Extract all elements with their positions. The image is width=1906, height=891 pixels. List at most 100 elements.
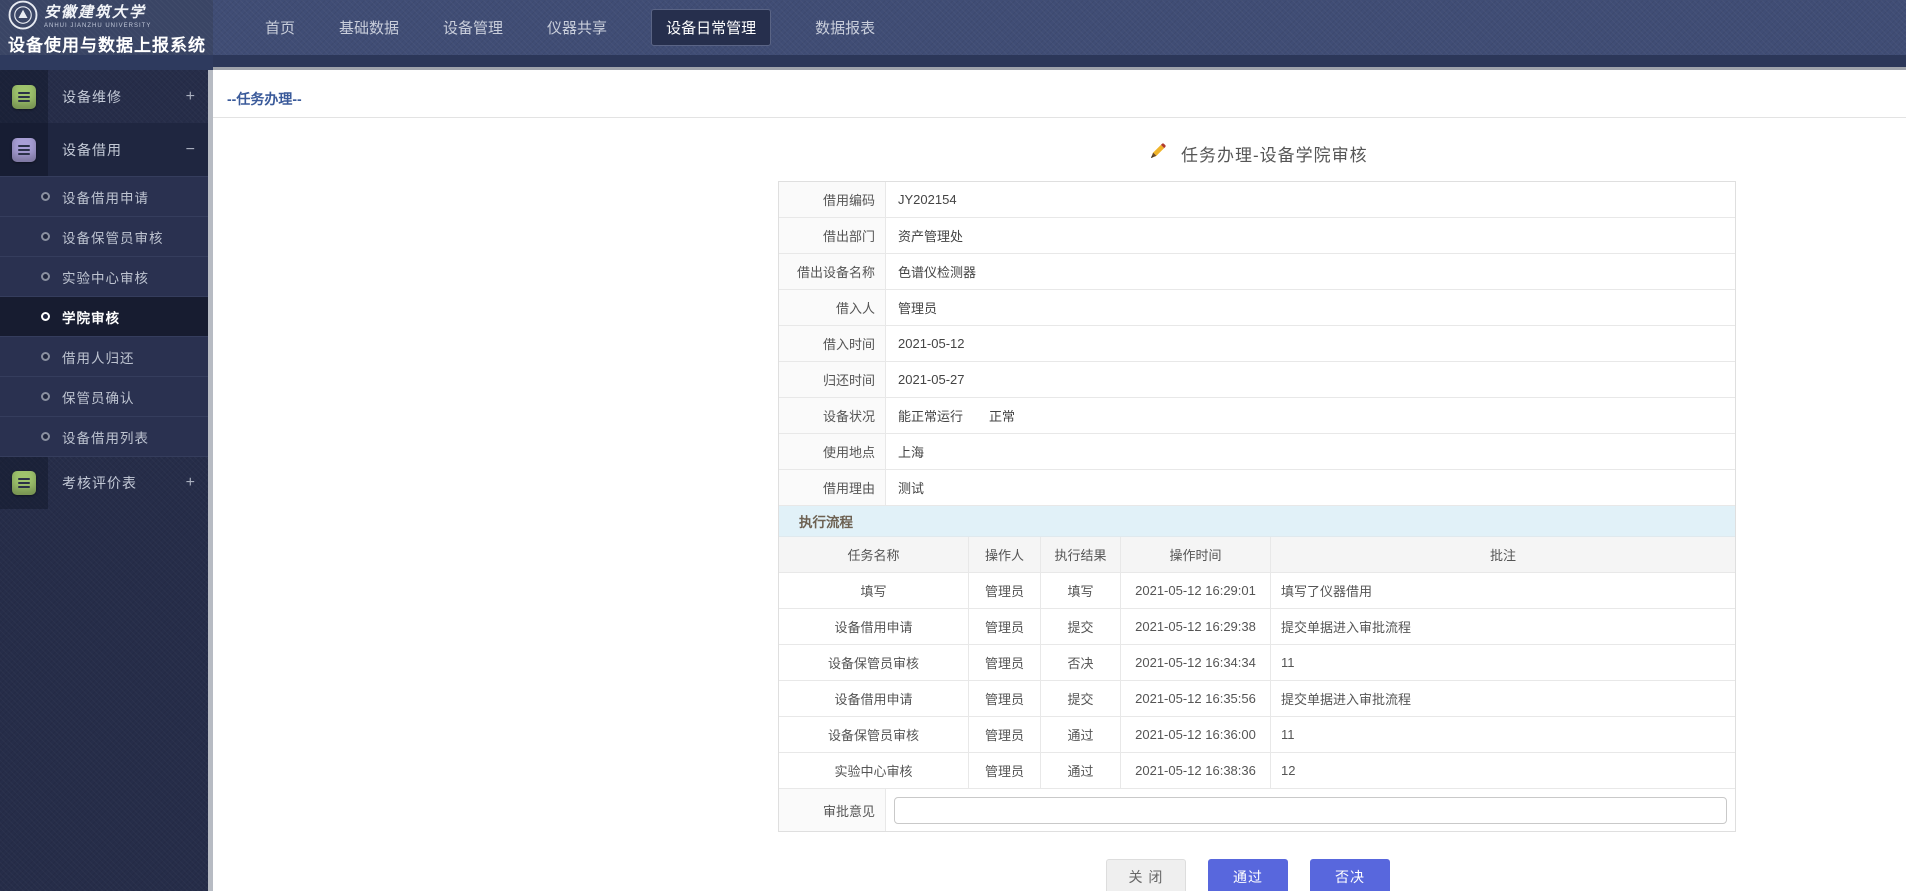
sidebar-item-college-review[interactable]: 学院审核	[0, 296, 213, 336]
field-label: 使用地点	[779, 434, 886, 469]
sidebar-group-equipment-repair[interactable]: 设备维修 +	[0, 70, 213, 123]
top-header: 首页 基础数据 设备管理 仪器共享 设备日常管理 数据报表	[0, 0, 1906, 55]
table-cell: 2021-05-12 16:34:34	[1121, 645, 1271, 681]
table-cell: 提交	[1041, 681, 1121, 717]
table-cell: 管理员	[969, 681, 1041, 717]
divider	[213, 117, 1906, 118]
list-square-icon	[12, 85, 36, 109]
opinion-row: 审批意见	[779, 789, 1735, 831]
close-button[interactable]: 关 闭	[1106, 859, 1186, 891]
nav-item-home[interactable]: 首页	[265, 17, 295, 38]
form-row: 借出设备名称 色谱仪检测器	[779, 254, 1735, 290]
form-row: 使用地点 上海	[779, 434, 1735, 470]
top-nav: 首页 基础数据 设备管理 仪器共享 设备日常管理 数据报表	[213, 0, 1906, 55]
field-label: 审批意见	[779, 789, 886, 831]
field-label: 借出设备名称	[779, 254, 886, 289]
pencil-icon	[1148, 142, 1167, 166]
approve-button[interactable]: 通过	[1208, 859, 1288, 891]
sidebar-item-label: 设备保管员审核	[62, 227, 164, 247]
table-cell: 12	[1271, 753, 1735, 789]
field-value: 2021-05-27	[886, 362, 1735, 397]
table-cell: 设备保管员审核	[779, 717, 969, 753]
form-row: 设备状况 能正常运行 正常	[779, 398, 1735, 434]
sidebar-item-label: 设备借用列表	[62, 427, 149, 447]
process-table: 任务名称 操作人 执行结果 操作时间 批注 填写 管理员 填写 2021-05-…	[779, 537, 1735, 789]
bullet-icon	[41, 192, 50, 201]
table-cell: 设备保管员审核	[779, 645, 969, 681]
form-row: 借出部门 资产管理处	[779, 218, 1735, 254]
sidebar-group-evaluation[interactable]: 考核评价表 +	[0, 456, 213, 509]
field-value: 测试	[886, 470, 1735, 505]
table-cell: 设备借用申请	[779, 681, 969, 717]
field-value: 色谱仪检测器	[886, 254, 1735, 289]
nav-item-reports[interactable]: 数据报表	[815, 17, 875, 38]
field-value: JY202154	[886, 182, 1735, 217]
approval-opinion-input[interactable]	[894, 797, 1727, 824]
table-cell: 通过	[1041, 753, 1121, 789]
table-cell: 填写了仪器借用	[1271, 573, 1735, 609]
table-cell: 2021-05-12 16:36:00	[1121, 717, 1271, 753]
table-cell: 填写	[1041, 573, 1121, 609]
university-name-en: ANHUI JIANZHU UNIVERSITY	[44, 23, 151, 29]
field-value: 资产管理处	[886, 218, 1735, 253]
nav-item-basic-data[interactable]: 基础数据	[339, 17, 399, 38]
expand-plus-icon[interactable]: +	[186, 88, 195, 106]
icon-cell	[0, 123, 48, 176]
sidebar-item-label: 学院审核	[62, 307, 120, 327]
sidebar-item-label: 实验中心审核	[62, 267, 149, 287]
collapse-minus-icon[interactable]: −	[186, 141, 195, 159]
column-header: 批注	[1271, 537, 1735, 573]
table-cell: 否决	[1041, 645, 1121, 681]
university-seal-icon	[8, 0, 38, 35]
sidebar-top-strip	[0, 55, 213, 70]
field-label: 设备状况	[779, 398, 886, 433]
sidebar-item-label: 设备借用申请	[62, 187, 149, 207]
table-cell: 管理员	[969, 753, 1041, 789]
nav-item-daily-mgmt[interactable]: 设备日常管理	[651, 9, 771, 46]
table-cell: 提交	[1041, 609, 1121, 645]
table-cell: 11	[1271, 717, 1735, 753]
university-name-cn: 安徽建筑大学	[44, 6, 151, 21]
expand-plus-icon[interactable]: +	[186, 474, 195, 492]
field-label: 借入人	[779, 290, 886, 325]
table-cell: 实验中心审核	[779, 753, 969, 789]
field-label: 借入时间	[779, 326, 886, 361]
sidebar-group-label: 考核评价表	[62, 473, 137, 493]
process-section-header: 执行流程	[779, 506, 1735, 537]
table-cell: 提交单据进入审批流程	[1271, 609, 1735, 645]
field-label: 借用编码	[779, 182, 886, 217]
nav-item-equipment-mgmt[interactable]: 设备管理	[443, 17, 503, 38]
nav-item-instrument-share[interactable]: 仪器共享	[547, 17, 607, 38]
page-title: 任务办理-设备学院审核	[1181, 141, 1368, 166]
column-header: 任务名称	[779, 537, 969, 573]
table-cell: 11	[1271, 645, 1735, 681]
sidebar-item-labcenter-review[interactable]: 实验中心审核	[0, 256, 213, 296]
sidebar-item-borrow-list[interactable]: 设备借用列表	[0, 416, 213, 456]
table-cell: 2021-05-12 16:29:01	[1121, 573, 1271, 609]
sidebar-item-borrower-return[interactable]: 借用人归还	[0, 336, 213, 376]
table-cell: 填写	[779, 573, 969, 609]
sidebar-item-borrow-apply[interactable]: 设备借用申请	[0, 176, 213, 216]
sidebar-group-equipment-borrow[interactable]: 设备借用 −	[0, 123, 213, 176]
bullet-icon	[41, 352, 50, 361]
table-cell: 管理员	[969, 573, 1041, 609]
table-cell: 管理员	[969, 609, 1041, 645]
column-header: 操作人	[969, 537, 1041, 573]
sidebar: 设备维修 + 设备借用 − 设备借用申请 设备保管员审核 实验中心审核 学院审核…	[0, 70, 213, 891]
table-cell: 管理员	[969, 717, 1041, 753]
column-header: 操作时间	[1121, 537, 1271, 573]
sidebar-group-label: 设备维修	[62, 87, 122, 107]
table-cell: 2021-05-12 16:29:38	[1121, 609, 1271, 645]
sidebar-item-label: 保管员确认	[62, 387, 135, 407]
app-window: 首页 基础数据 设备管理 仪器共享 设备日常管理 数据报表 安徽建筑大学 ANH…	[0, 0, 1906, 891]
sidebar-item-custodian-confirm[interactable]: 保管员确认	[0, 376, 213, 416]
reject-button[interactable]: 否决	[1310, 859, 1390, 891]
table-cell: 提交单据进入审批流程	[1271, 681, 1735, 717]
borrow-detail-sheet: 借用编码 JY202154 借出部门 资产管理处 借出设备名称 色谱仪检测器 借…	[778, 181, 1736, 832]
action-buttons: 关 闭 通过 否决	[1106, 859, 1390, 891]
sidebar-item-label: 借用人归还	[62, 347, 135, 367]
form-row: 借入时间 2021-05-12	[779, 326, 1735, 362]
form-row: 借用编码 JY202154	[779, 182, 1735, 218]
sidebar-item-custodian-review[interactable]: 设备保管员审核	[0, 216, 213, 256]
content-top-strip	[213, 55, 1906, 70]
